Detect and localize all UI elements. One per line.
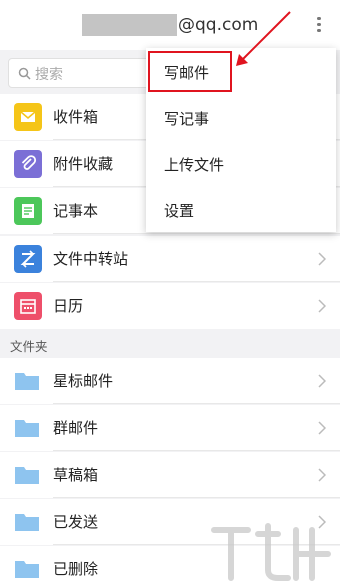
chevron-right-icon — [318, 252, 326, 266]
section-title: 文件夹 — [10, 339, 48, 354]
folder-icon — [15, 514, 39, 531]
folder-icon — [15, 561, 39, 578]
transfer-icon — [14, 245, 42, 273]
watermark-logo — [211, 523, 331, 581]
folder-label: 群邮件 — [53, 419, 99, 437]
list-item-label: 记事本 — [53, 202, 99, 220]
list-item-label: 附件收藏 — [53, 155, 114, 173]
folder-label: 已发送 — [53, 513, 99, 531]
attachment-icon — [14, 150, 42, 178]
folder-section-header: 文件夹 — [0, 330, 340, 358]
menu-item-settings[interactable]: 设置 — [146, 188, 336, 234]
list-item-label: 日历 — [53, 297, 84, 315]
folder-icon — [15, 420, 39, 437]
list-item-label: 文件中转站 — [53, 250, 129, 268]
calendar-icon — [14, 292, 42, 320]
folder-label: 草稿箱 — [53, 466, 99, 484]
folder-label: 已删除 — [53, 560, 99, 578]
folder-item-group-mail[interactable]: 群邮件 — [0, 405, 340, 451]
chevron-right-icon — [318, 299, 326, 313]
menu-item-label: 上传文件 — [164, 156, 225, 174]
folder-icon — [15, 373, 39, 390]
folder-icon — [15, 467, 39, 484]
list-item-file-transfer[interactable]: 文件中转站 — [0, 236, 340, 282]
chevron-right-icon — [318, 421, 326, 435]
list-item-calendar[interactable]: 日历 — [0, 283, 340, 329]
folder-item-starred[interactable]: 星标邮件 — [0, 358, 340, 404]
annotation-arrow-icon — [236, 11, 291, 66]
menu-item-upload-file[interactable]: 上传文件 — [146, 142, 336, 188]
folder-item-drafts[interactable]: 草稿箱 — [0, 452, 340, 498]
chevron-right-icon — [318, 374, 326, 388]
notepad-icon — [14, 197, 42, 225]
chevron-right-icon — [318, 468, 326, 482]
menu-item-label: 设置 — [164, 202, 195, 220]
folder-label: 星标邮件 — [53, 372, 114, 390]
